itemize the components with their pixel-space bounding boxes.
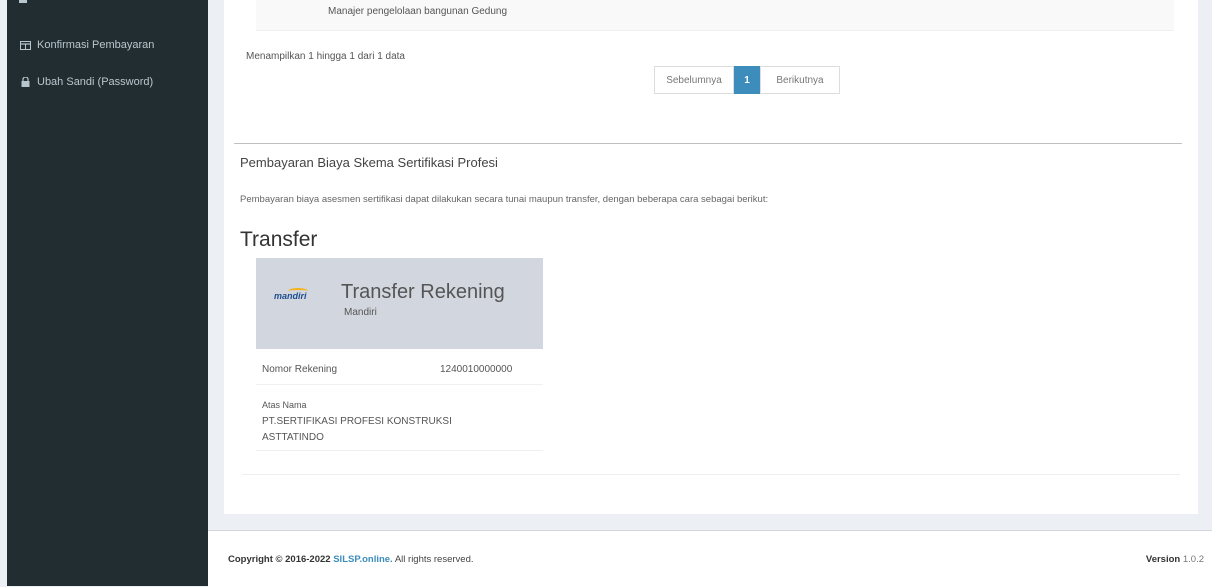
sidebar: Konfirmasi Pembayaran Ubah Sandi (Passwo… xyxy=(7,0,208,586)
table-row: Manajer pengelolaan bangunan Gedung xyxy=(256,0,1174,31)
section-title: Pembayaran Biaya Skema Sertifikasi Profe… xyxy=(240,155,498,170)
transfer-card-header: mandiri Transfer Rekening Mandiri xyxy=(256,258,543,349)
copyright-prefix: Copyright © 2016-2022 xyxy=(228,554,331,565)
sidebar-item-label: Ubah Sandi (Password) xyxy=(37,76,154,88)
section-divider xyxy=(234,143,1182,144)
page-footer: Copyright © 2016-2022 SILSP.online. All … xyxy=(208,530,1212,587)
version-text: Version 1.0.2 xyxy=(1146,554,1204,565)
account-number-value: 1240010000000 xyxy=(440,364,513,375)
copyright-text: Copyright © 2016-2022 SILSP.online. All … xyxy=(228,554,474,565)
account-name-line-2: ASTTATINDO xyxy=(262,432,324,443)
content-box: Manajer pengelolaan bangunan Gedung Mena… xyxy=(224,0,1198,514)
table-cell: Manajer pengelolaan bangunan Gedung xyxy=(328,6,508,17)
card-bank-name: Mandiri xyxy=(344,307,377,318)
logo-wave-icon xyxy=(288,288,308,294)
row-divider xyxy=(256,450,543,451)
version-value: 1.0.2 xyxy=(1182,554,1204,565)
table-info: Menampilkan 1 hingga 1 dari 1 data xyxy=(246,51,405,62)
transfer-heading: Transfer xyxy=(240,228,318,251)
brand-link[interactable]: SILSP.online. xyxy=(333,554,392,565)
next-page-button[interactable]: Berikutnya xyxy=(760,66,840,94)
box-footer-divider xyxy=(242,474,1180,475)
pagination: Sebelumnya 1 Berikutnya xyxy=(654,66,840,94)
page-1-button[interactable]: 1 xyxy=(734,66,760,94)
section-description: Pembayaran biaya asesmen sertifikasi dap… xyxy=(240,194,769,205)
previous-page-button[interactable]: Sebelumnya xyxy=(654,66,734,94)
sidebar-item-konfirmasi-pembayaran[interactable]: Konfirmasi Pembayaran xyxy=(19,39,154,51)
account-number-label: Nomor Rekening xyxy=(262,364,338,375)
rights-text: All rights reserved. xyxy=(394,554,474,565)
lock-icon xyxy=(19,77,31,88)
credit-card-icon xyxy=(19,40,31,51)
menu-fragment xyxy=(19,0,27,3)
version-label: Version xyxy=(1145,554,1181,565)
card-title: Transfer Rekening xyxy=(341,281,505,303)
row-divider xyxy=(256,384,543,385)
sidebar-item-label: Konfirmasi Pembayaran xyxy=(37,39,155,51)
account-name-line-1: PT.SERTIFIKASI PROFESI KONSTRUKSI xyxy=(262,416,452,427)
account-name-label: Atas Nama xyxy=(262,400,307,410)
sidebar-item-ubah-sandi[interactable]: Ubah Sandi (Password) xyxy=(19,76,153,88)
